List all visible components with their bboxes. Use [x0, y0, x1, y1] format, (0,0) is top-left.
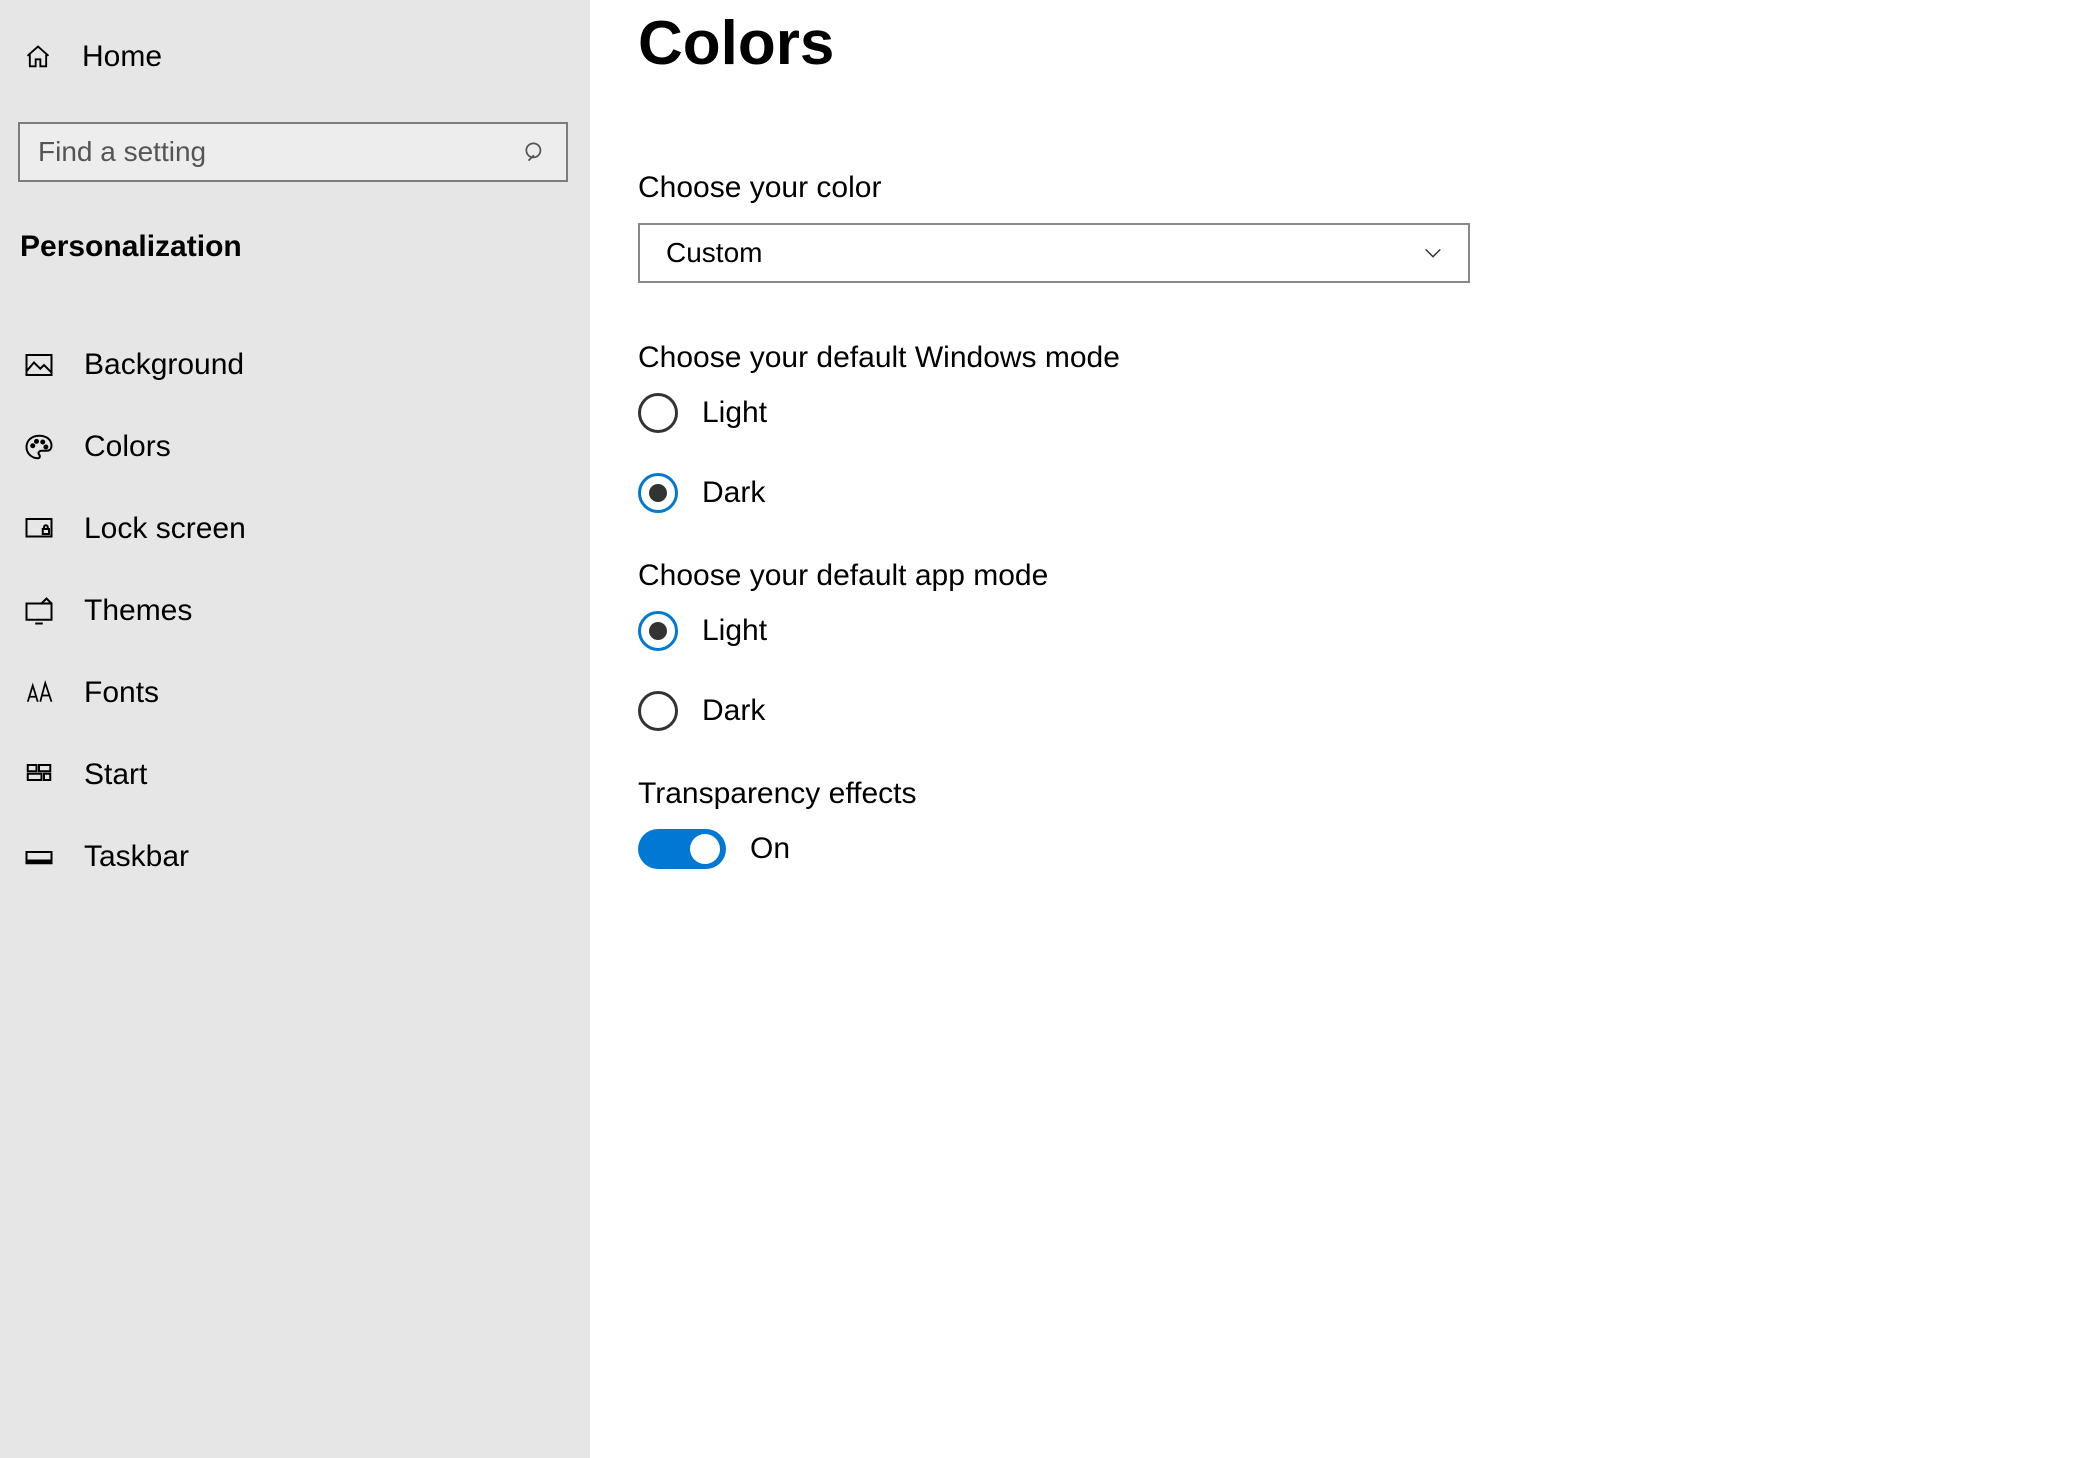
app-mode-label: Choose your default app mode — [638, 559, 2040, 593]
search-icon — [522, 139, 548, 165]
radio-label: Dark — [702, 694, 765, 728]
sidebar-item-label: Themes — [84, 594, 192, 628]
taskbar-icon — [24, 842, 54, 872]
app-mode-dark[interactable]: Dark — [638, 691, 2040, 731]
section-title: Personalization — [0, 182, 590, 282]
windows-mode-dark[interactable]: Dark — [638, 473, 2040, 513]
nav: Background Colors — [0, 324, 590, 898]
toggle-knob — [690, 834, 720, 864]
color-dropdown[interactable]: Custom — [638, 223, 1470, 283]
sidebar-item-label: Start — [84, 758, 147, 792]
sidebar-item-label: Fonts — [84, 676, 159, 710]
windows-mode-group: Choose your default Windows mode Light D… — [638, 341, 2040, 513]
radio-label: Light — [702, 614, 767, 648]
transparency-toggle[interactable] — [638, 829, 726, 869]
sidebar-item-label: Lock screen — [84, 512, 246, 546]
sidebar-item-start[interactable]: Start — [0, 734, 590, 816]
lock-screen-icon — [24, 514, 54, 544]
transparency-label: Transparency effects — [638, 777, 2040, 811]
sidebar-item-label: Colors — [84, 430, 171, 464]
sidebar-item-themes[interactable]: Themes — [0, 570, 590, 652]
sidebar-item-label: Background — [84, 348, 244, 382]
home-icon — [24, 43, 52, 71]
search-input[interactable] — [38, 136, 522, 168]
transparency-toggle-row: On — [638, 829, 2040, 869]
picture-icon — [24, 350, 54, 380]
radio-icon — [638, 691, 678, 731]
home-link[interactable]: Home — [0, 30, 590, 84]
sidebar-item-lockscreen[interactable]: Lock screen — [0, 488, 590, 570]
windows-mode-light[interactable]: Light — [638, 393, 2040, 433]
color-dropdown-value: Custom — [666, 237, 762, 269]
transparency-state: On — [750, 832, 790, 866]
radio-icon — [638, 393, 678, 433]
chevron-down-icon — [1422, 242, 1444, 264]
color-dropdown-label: Choose your color — [638, 171, 2040, 205]
radio-icon — [638, 611, 678, 651]
themes-icon — [24, 596, 54, 626]
fonts-icon — [24, 678, 54, 708]
main-panel: Colors Choose your color Custom Choose y… — [590, 0, 2100, 1458]
sidebar: Home Personalization Background — [0, 0, 590, 1458]
radio-label: Light — [702, 396, 767, 430]
search-input-container[interactable] — [18, 122, 568, 182]
sidebar-item-background[interactable]: Background — [0, 324, 590, 406]
palette-icon — [24, 432, 54, 462]
app-mode-light[interactable]: Light — [638, 611, 2040, 651]
radio-label: Dark — [702, 476, 765, 510]
sidebar-item-taskbar[interactable]: Taskbar — [0, 816, 590, 898]
sidebar-item-colors[interactable]: Colors — [0, 406, 590, 488]
sidebar-item-fonts[interactable]: Fonts — [0, 652, 590, 734]
app-mode-group: Choose your default app mode Light Dark — [638, 559, 2040, 731]
start-tiles-icon — [24, 760, 54, 790]
radio-icon — [638, 473, 678, 513]
page-title: Colors — [638, 8, 2040, 79]
sidebar-item-label: Taskbar — [84, 840, 189, 874]
windows-mode-label: Choose your default Windows mode — [638, 341, 2040, 375]
home-label: Home — [82, 40, 162, 74]
